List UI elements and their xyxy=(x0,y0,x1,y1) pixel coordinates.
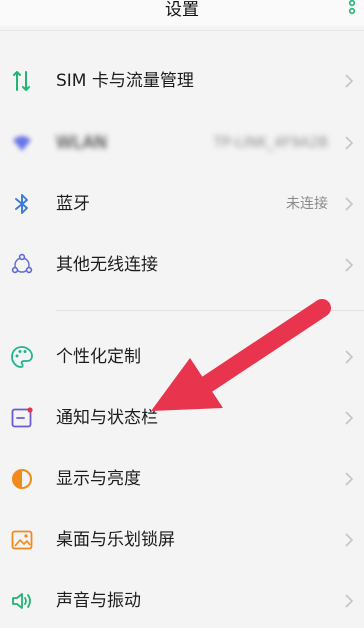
settings-row-sound[interactable]: 声音与振动 xyxy=(0,574,364,628)
settings-row-wallpaper[interactable]: 桌面与乐划锁屏 xyxy=(0,513,364,567)
settings-row-label: 蓝牙 xyxy=(56,194,90,214)
chevron-right-icon xyxy=(345,350,354,364)
more-options-icon[interactable] xyxy=(346,0,358,18)
settings-row-label: 通知与状态栏 xyxy=(56,408,158,428)
chevron-right-icon xyxy=(345,74,354,88)
settings-row-sim[interactable]: SIM 卡与流量管理 xyxy=(0,54,364,108)
settings-row-wlan[interactable]: WLAN TP-LINK_4F9A2B xyxy=(0,116,364,170)
chevron-right-icon xyxy=(345,258,354,272)
bluetooth-icon xyxy=(15,194,28,214)
chevron-right-icon xyxy=(345,533,354,547)
settings-row-label: SIM 卡与流量管理 xyxy=(56,71,194,91)
chevron-right-icon xyxy=(345,472,354,486)
display-brightness-icon xyxy=(12,469,32,489)
settings-row-personalization[interactable]: 个性化定制 xyxy=(0,330,364,384)
settings-row-display[interactable]: 显示与亮度 xyxy=(0,452,364,506)
wallpaper-icon xyxy=(11,530,33,550)
settings-row-label: 声音与振动 xyxy=(56,591,141,611)
notification-icon xyxy=(11,407,33,428)
chevron-right-icon xyxy=(345,136,354,150)
sim-data-icon xyxy=(13,71,30,91)
palette-icon xyxy=(11,346,33,368)
settings-row-status: 未连接 xyxy=(286,196,328,212)
settings-row-label: 桌面与乐划锁屏 xyxy=(56,530,175,550)
settings-row-status: TP-LINK_4F9A2B xyxy=(213,135,328,151)
settings-row-label: 显示与亮度 xyxy=(56,469,141,489)
settings-row-label: 其他无线连接 xyxy=(56,255,158,275)
settings-row-other-wireless[interactable]: 其他无线连接 xyxy=(0,238,364,292)
settings-row-bluetooth[interactable]: 蓝牙 未连接 xyxy=(0,177,364,231)
page-title: 设置 xyxy=(165,0,199,20)
chevron-right-icon xyxy=(345,594,354,608)
sound-icon xyxy=(12,593,31,609)
chevron-right-icon xyxy=(345,411,354,425)
section-divider xyxy=(56,310,364,311)
chevron-right-icon xyxy=(345,197,354,211)
settings-row-notifications[interactable]: 通知与状态栏 xyxy=(0,391,364,445)
settings-row-label: 个性化定制 xyxy=(56,347,141,367)
wlan-icon xyxy=(13,136,31,151)
wireless-connections-icon xyxy=(11,253,33,274)
title-divider xyxy=(0,30,364,31)
settings-row-label: WLAN xyxy=(56,133,108,153)
title-bar: 设置 xyxy=(0,0,364,26)
